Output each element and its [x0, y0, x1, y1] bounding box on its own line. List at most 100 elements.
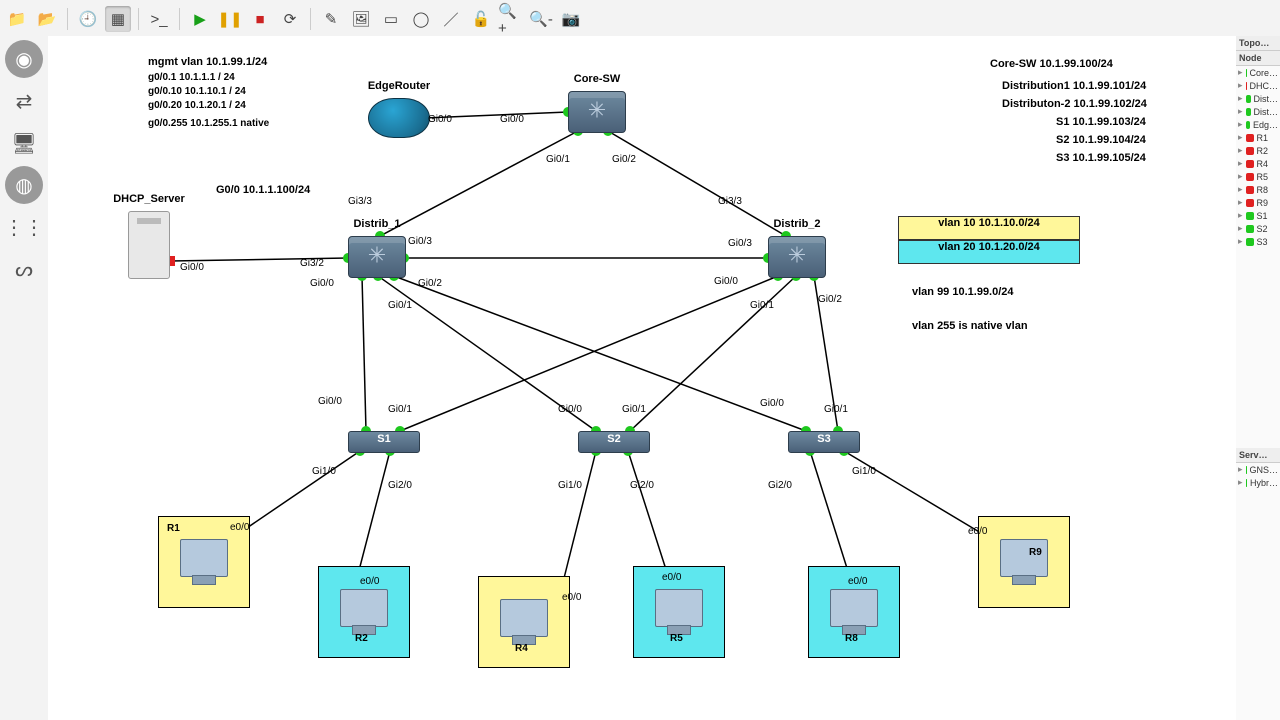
tree-item[interactable]: ▸Edg…	[1236, 118, 1280, 131]
port-label: Gi0/1	[750, 300, 774, 311]
port-label: Gi0/0	[714, 276, 738, 287]
port-label: e0/0	[968, 526, 987, 537]
port-label: Gi0/1	[824, 404, 848, 415]
port-label: Gi0/0	[180, 262, 204, 273]
link-dock[interactable]: ᔕ	[5, 250, 43, 288]
open-project-icon[interactable]: 📂	[34, 6, 60, 32]
vlan99-note: vlan 99 10.1.99.0/24	[912, 286, 1014, 298]
node-list-header: Node	[1236, 51, 1280, 66]
tree-item[interactable]: ▸Dist…	[1236, 105, 1280, 118]
tree-item[interactable]: ▸R1	[1236, 131, 1280, 144]
device-dock: ◉ ⇄ 🖥 ◍ ⋮⋮ ᔕ	[0, 36, 49, 720]
zoom-in-icon[interactable]: 🔍+	[498, 6, 524, 32]
mgmt-line-0: g0/0.1 10.1.1.1 / 24	[148, 72, 235, 83]
port-label: Gi3/2	[300, 258, 324, 269]
routers-dock[interactable]: ◉	[5, 40, 43, 78]
addr-d2: Distributon-2 10.1.99.102/24	[1002, 98, 1147, 110]
router-icon	[368, 98, 430, 138]
port-label: Gi1/0	[558, 480, 582, 491]
tree-item[interactable]: ▸R2	[1236, 144, 1280, 157]
mgmt-line-2: g0/0.20 10.1.20.1 / 24	[148, 100, 246, 111]
addr-s3: S3 10.1.99.105/24	[1056, 152, 1146, 164]
tree-item[interactable]: ▸DHC…	[1236, 79, 1280, 92]
console-icon[interactable]: >_	[146, 6, 172, 32]
distrib1-g00-note: G0/0 10.1.1.100/24	[216, 184, 310, 196]
port-label: Gi0/0	[428, 114, 452, 125]
s3[interactable]: S3	[788, 431, 860, 453]
switches-dock[interactable]: ⇄	[5, 82, 43, 120]
switch-icon	[568, 91, 626, 133]
port-label: Gi0/1	[388, 404, 412, 415]
port-label: e0/0	[562, 592, 581, 603]
recent-icon[interactable]: 🕘	[75, 6, 101, 32]
server-icon	[128, 211, 170, 279]
r9[interactable]: R9	[978, 516, 1070, 608]
dhcp-server[interactable]: DHCP_Server	[128, 211, 170, 279]
port-label: Gi1/0	[312, 466, 336, 477]
tree-item[interactable]: ▸Dist…	[1236, 92, 1280, 105]
screenshot-icon[interactable]: 📷	[558, 6, 584, 32]
addr-core: Core-SW 10.1.99.100/24	[990, 58, 1113, 70]
vlan20-box: vlan 20 10.1.20.0/24	[898, 240, 1080, 264]
port-label: Gi0/2	[612, 154, 636, 165]
port-label: Gi0/1	[388, 300, 412, 311]
lock-icon[interactable]: 🔓	[468, 6, 494, 32]
core-sw[interactable]: Core-SW	[568, 91, 626, 133]
tree-item[interactable]: ▸R4	[1236, 157, 1280, 170]
end-devices-dock[interactable]: 🖥	[5, 124, 43, 162]
zoom-out-icon[interactable]: 🔍-	[528, 6, 554, 32]
all-devices-dock[interactable]: ⋮⋮	[5, 208, 43, 246]
tree-item[interactable]: ▸R8	[1236, 183, 1280, 196]
rectangle-icon[interactable]: ▭	[378, 6, 404, 32]
reload-icon[interactable]: ⟳	[277, 6, 303, 32]
mgmt-vlan-title: mgmt vlan 10.1.99.1/24	[148, 56, 267, 68]
ellipse-icon[interactable]: ◯	[408, 6, 434, 32]
s2[interactable]: S2	[578, 431, 650, 453]
vlan-native-note: vlan 255 is native vlan	[912, 320, 1028, 332]
pc-icon	[830, 589, 878, 627]
edge-router[interactable]: EdgeRouter	[368, 98, 430, 138]
tree-item[interactable]: ▸S2	[1236, 222, 1280, 235]
port-label: Gi0/1	[546, 154, 570, 165]
topology-summary-panel: Topo… Node ▸Core…▸DHC…▸Dist…▸Dist…▸Edg…▸…	[1235, 36, 1280, 720]
pc-icon	[500, 599, 548, 637]
tree-item[interactable]: ▸Hybr…	[1236, 476, 1280, 489]
security-dock[interactable]: ◍	[5, 166, 43, 204]
tree-item[interactable]: ▸S1	[1236, 209, 1280, 222]
port-label: Gi0/2	[818, 294, 842, 305]
topology-canvas[interactable]: mgmt vlan 10.1.99.1/24 g0/0.1 10.1.1.1 /…	[48, 36, 1236, 720]
annotate-icon[interactable]: ✎	[318, 6, 344, 32]
port-label: Gi3/3	[348, 196, 372, 207]
line-icon[interactable]: ／	[438, 6, 464, 32]
addr-d1: Distribution1 10.1.99.101/24	[1002, 80, 1146, 92]
r4[interactable]: R4	[478, 576, 570, 668]
pause-all-icon[interactable]: ❚❚	[217, 6, 243, 32]
stop-all-icon[interactable]: ■	[247, 6, 273, 32]
mgmt-line-1: g0/0.10 10.1.10.1 / 24	[148, 86, 246, 97]
port-label: e0/0	[848, 576, 867, 587]
port-label: e0/0	[360, 576, 379, 587]
tree-item[interactable]: ▸GNS…	[1236, 463, 1280, 476]
pc-icon	[1000, 539, 1048, 577]
port-label: Gi0/3	[408, 236, 432, 247]
distrib-2[interactable]: Distrib_2	[768, 236, 826, 278]
switch-icon	[348, 236, 406, 278]
tree-item[interactable]: ▸R9	[1236, 196, 1280, 209]
tree-item[interactable]: ▸Core…	[1236, 66, 1280, 79]
tree-item[interactable]: ▸S3	[1236, 235, 1280, 248]
port-label: e0/0	[662, 572, 681, 583]
tree-item[interactable]: ▸R5	[1236, 170, 1280, 183]
snapshot-icon[interactable]: ▦	[105, 6, 131, 32]
vlan10-box: vlan 10 10.1.10.0/24	[898, 216, 1080, 240]
start-all-icon[interactable]: ▶	[187, 6, 213, 32]
port-label: Gi0/0	[558, 404, 582, 415]
port-label: Gi1/0	[852, 466, 876, 477]
new-project-icon[interactable]: 📁	[4, 6, 30, 32]
server-list-header: Serv…	[1236, 448, 1280, 463]
port-label: Gi3/3	[718, 196, 742, 207]
s1[interactable]: S1	[348, 431, 420, 453]
main-toolbar: 📁📂 🕘▦ >_ ▶❚❚■⟳ ✎🖼▭◯／🔓🔍+🔍-📷	[0, 0, 1280, 39]
image-icon[interactable]: 🖼	[348, 6, 374, 32]
distrib-1[interactable]: Distrib_1	[348, 236, 406, 278]
port-label: Gi0/0	[310, 278, 334, 289]
